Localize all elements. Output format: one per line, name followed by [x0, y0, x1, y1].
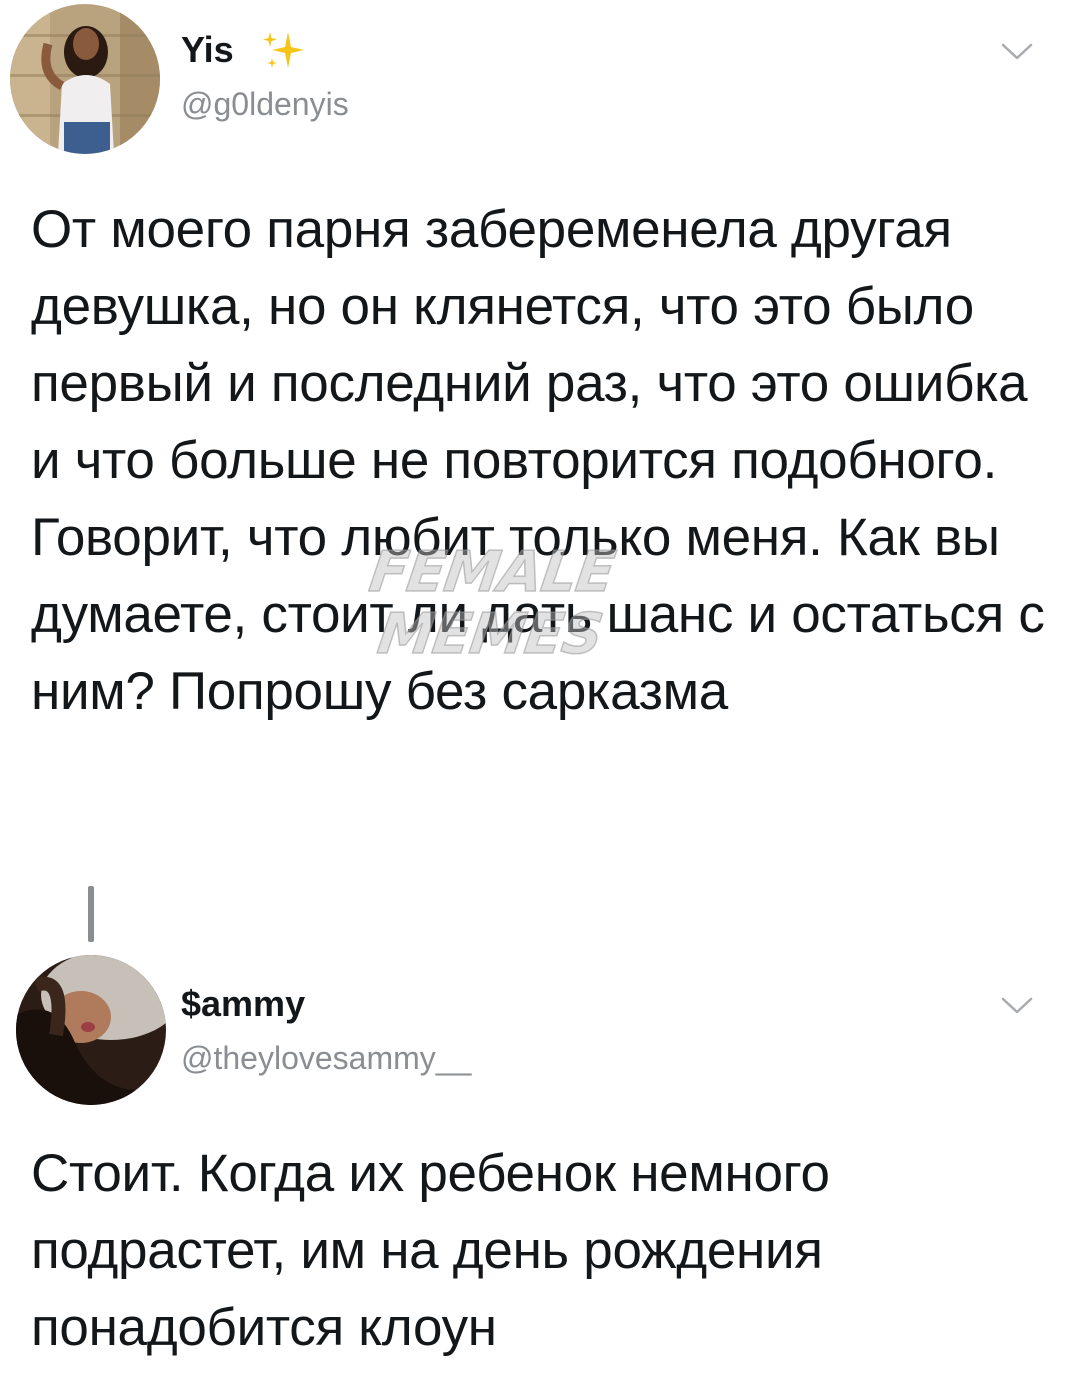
user-handle[interactable]: @g0ldenyis	[181, 88, 349, 120]
avatar-photo-icon	[10, 4, 160, 154]
display-name[interactable]: $ammy	[181, 986, 305, 1022]
tweet-text: Стоит. Когда их ребенок немного подрасте…	[31, 1144, 830, 1357]
display-name[interactable]: Yis	[181, 32, 234, 68]
avatar[interactable]	[10, 4, 160, 154]
tweet-reply: $ammy @theylovesammy__ Стоит. Когда их р…	[0, 950, 1068, 1390]
thread-connector-line	[88, 886, 94, 942]
avatar[interactable]	[16, 955, 166, 1105]
user-handle[interactable]: @theylovesammy__	[181, 1042, 471, 1074]
chevron-down-icon[interactable]	[1000, 42, 1034, 62]
sparkles-icon	[263, 32, 304, 68]
avatar-photo-icon	[16, 955, 166, 1105]
tweet-thread-screenshot: Yis @g0ldenyis От моего парня заберемене…	[0, 0, 1068, 1398]
chevron-down-icon[interactable]	[1000, 996, 1034, 1016]
tweet-text: От моего парня забеременела другая девуш…	[31, 200, 1045, 721]
tweet-original: Yis @g0ldenyis От моего парня заберемене…	[0, 0, 1068, 900]
